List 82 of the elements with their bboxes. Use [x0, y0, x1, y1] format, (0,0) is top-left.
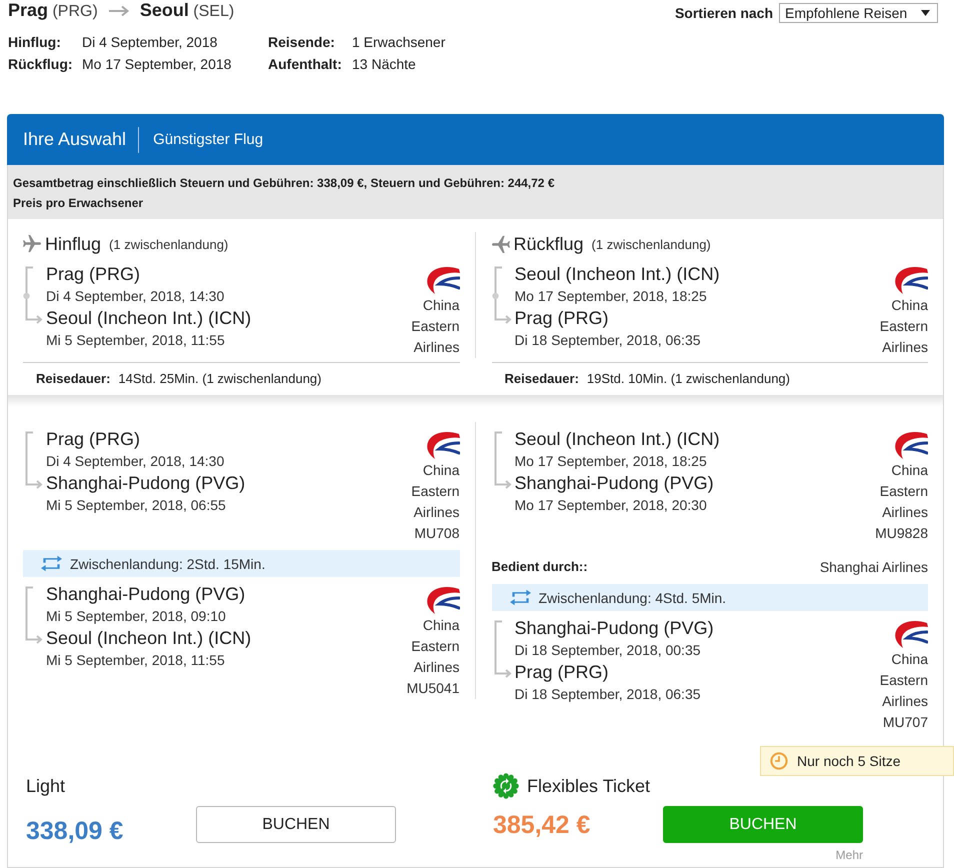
info-label: Hinflug:: [8, 33, 62, 52]
airport-name: Shanghai-Pudong (PVG): [46, 583, 246, 606]
airport-name: Seoul (Incheon Int.) (ICN): [514, 263, 720, 286]
airport-name: Shanghai-Pudong (PVG): [46, 472, 246, 495]
stop-count: (1 zwischenlandung): [109, 236, 228, 252]
total-price-text: Gesamtbetrag einschließlich Steuern und Gebühren: 338,09 €, Steuern und Gebühren: 244,72 €: [13, 175, 556, 192]
flight-time: Mi 5 September, 2018, 11:55: [46, 651, 226, 670]
info-value: 13 Nächte: [352, 55, 417, 74]
selection-subtitle: Günstigster Flug: [153, 131, 264, 148]
airline-name: China Eastern Airlines: [878, 650, 928, 711]
airline-name: China Eastern Airlines: [410, 461, 460, 522]
loop-arrows-icon: [41, 555, 62, 572]
flight-time: Mi 5 September, 2018, 06:55: [46, 496, 227, 515]
flight-number: MU707: [882, 713, 928, 732]
route-bracket-icon: [492, 266, 512, 326]
sort-dropdown[interactable]: Empfohlene Reisen: [779, 3, 938, 23]
flight-time: Di 4 September, 2018, 14:30: [46, 287, 226, 306]
info-label: Reisende:: [268, 33, 336, 52]
route-destination: Seoul (SEL): [140, 0, 234, 22]
layover-text: Zwischenlandung: 2Std. 15Min.: [70, 556, 266, 572]
flight-time: Mo 17 September, 2018, 18:25: [514, 287, 708, 306]
leg-title: Hinflug: [45, 234, 102, 254]
flight-number: MU708: [414, 524, 460, 543]
fare-price: 338,09 €: [26, 817, 124, 845]
leg-title: Rückflug: [514, 234, 584, 254]
info-value: Mo 17 September, 2018: [82, 55, 232, 74]
flight-time: Mo 17 September, 2018, 18:25: [514, 452, 708, 471]
airport-name: Prag (PRG): [46, 263, 142, 286]
book-button[interactable]: BUCHEN: [196, 806, 396, 843]
airline-name: China Eastern Airlines: [410, 616, 460, 677]
airport-name: Prag (PRG): [514, 307, 610, 330]
duration-label: Reisedauer:: [36, 370, 110, 388]
operator-name: Shanghai Airlines: [820, 558, 928, 577]
route-bracket-icon: [23, 586, 43, 646]
flight-time: Mo 17 September, 2018, 20:30: [514, 496, 708, 515]
flight-number: MU5041: [406, 679, 460, 698]
per-person-note: Preis pro Erwachsener: [13, 195, 144, 212]
refresh-badge-icon: [493, 773, 519, 799]
info-label: Rückflug:: [8, 55, 74, 74]
route-bracket-icon: [492, 431, 512, 491]
route-bracket-icon: [492, 620, 512, 680]
route-bracket-icon: [23, 431, 43, 491]
clock-icon: [770, 752, 788, 770]
flight-time: Di 18 September, 2018, 06:35: [514, 685, 702, 704]
airline-name: China Eastern Airlines: [410, 296, 460, 357]
airport-name: Prag (PRG): [514, 661, 610, 684]
duration-label: Reisedauer:: [504, 370, 579, 388]
flight-number: MU9828: [875, 524, 928, 543]
duration-value: 14Std. 25Min. (1 zwischenlandung): [118, 370, 322, 388]
route-bracket-icon: [23, 266, 43, 326]
loop-arrows-icon: [510, 589, 530, 606]
flight-time: Di 4 September, 2018, 14:30: [46, 452, 226, 471]
airport-name: Seoul (Incheon Int.) (ICN): [46, 627, 252, 650]
airline-name: China Eastern Airlines: [878, 461, 928, 522]
selection-title: Ihre Auswahl: [23, 129, 126, 150]
flight-time: Mi 5 September, 2018, 11:55: [46, 331, 226, 350]
airport-name: Prag (PRG): [46, 428, 142, 451]
operated-by-label: Bedient durch::: [492, 558, 588, 576]
airport-name: Shanghai-Pudong (PVG): [514, 472, 715, 495]
arrow-right-icon: [108, 5, 130, 17]
airport-name: Seoul (Incheon Int.) (ICN): [514, 428, 720, 451]
info-label: Aufenthalt:: [268, 55, 343, 74]
flight-time: Di 18 September, 2018, 00:35: [514, 641, 702, 660]
airplane-icon: [492, 235, 510, 253]
stop-count: (1 zwischenlandung): [592, 236, 711, 252]
airline-name: China Eastern Airlines: [878, 296, 928, 357]
notice-text: Nur noch 5 Sitze: [797, 753, 900, 769]
route-origin: Prag (PRG): [8, 0, 98, 22]
duration-value: 19Std. 10Min. (1 zwischenlandung): [586, 370, 790, 388]
flight-time: Di 18 September, 2018, 06:35: [514, 331, 702, 350]
airport-name: Shanghai-Pudong (PVG): [514, 617, 714, 640]
airport-name: Seoul (Incheon Int.) (ICN): [46, 307, 252, 330]
fare-name: Light: [26, 775, 66, 798]
airplane-icon: [23, 235, 41, 253]
info-value: Di 4 September, 2018: [82, 33, 218, 52]
fare-price: 385,42 €: [493, 810, 590, 838]
layover-text: Zwischenlandung: 4Std. 5Min.: [538, 590, 726, 606]
flight-time: Mi 5 September, 2018, 09:10: [46, 607, 227, 626]
info-value: 1 Erwachsener: [352, 33, 446, 52]
caret-icon: [921, 10, 930, 16]
sort-label: Sortieren nach: [674, 5, 773, 21]
fare-name: Flexibles Ticket: [527, 775, 650, 798]
